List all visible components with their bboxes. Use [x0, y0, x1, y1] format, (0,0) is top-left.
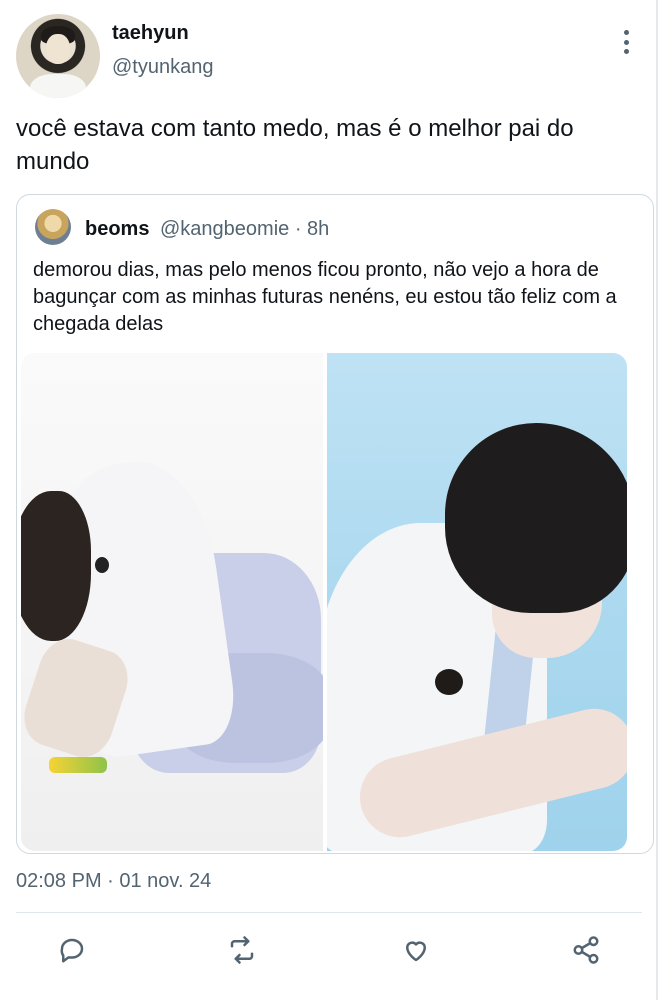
tweet-text: você estava com tanto medo, mas é o melh…: [16, 115, 574, 175]
tweet-timestamp[interactable]: 02:08 PM · 01 nov. 24: [16, 870, 211, 893]
photo-right[interactable]: [327, 353, 627, 851]
share-icon[interactable]: [566, 930, 606, 970]
heart-icon[interactable]: [396, 930, 436, 970]
author-name[interactable]: taehyun: [112, 22, 189, 45]
quoted-text: demorou dias, mas pelo menos ficou pront…: [33, 259, 617, 335]
reply-icon[interactable]: [52, 930, 92, 970]
quoted-author-name: beoms: [85, 218, 150, 240]
media-grid: [21, 353, 627, 851]
author-handle[interactable]: @tyunkang: [112, 56, 213, 79]
quoted-tweet[interactable]: beoms @kangbeomie · 8h demorou dias, mas…: [16, 194, 654, 854]
tweet-header: taehyun @tyunkang: [16, 14, 642, 98]
retweet-icon[interactable]: [222, 930, 262, 970]
quoted-meta: @kangbeomie · 8h: [160, 218, 330, 240]
more-vertical-icon[interactable]: [618, 30, 634, 54]
avatar[interactable]: [16, 14, 100, 98]
quoted-avatar: [35, 209, 71, 245]
photo-left[interactable]: [21, 353, 323, 851]
action-bar: [16, 930, 642, 970]
divider: [16, 912, 642, 913]
